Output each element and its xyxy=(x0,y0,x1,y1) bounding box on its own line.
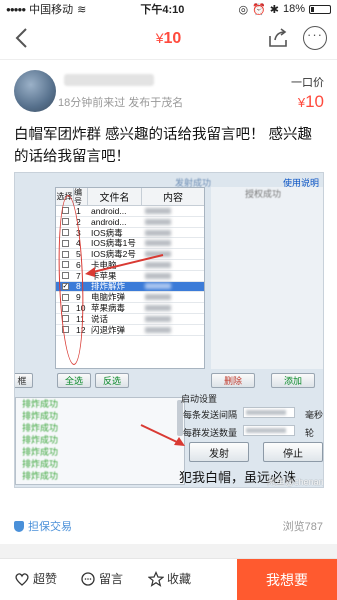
row-filename: android... xyxy=(91,216,127,227)
image-log-box: 排炸成功 排炸成功 排炸成功 排炸成功 排炸成功 排炸成功 排炸成功 xyxy=(15,397,185,485)
nav-price-symbol: ¥ xyxy=(155,29,164,46)
row-content-blurred xyxy=(142,260,204,270)
status-bar: ●●●●● 中国移动 ≋ 下午4:10 ◎ ⏰ ✱ 18% xyxy=(0,0,337,18)
interval-input xyxy=(243,407,295,418)
row-content-blurred xyxy=(142,303,204,313)
image-watermark: 闲鱼@chenan93 xyxy=(267,477,324,487)
row-content-blurred xyxy=(142,292,204,302)
nav-price-value: 10 xyxy=(163,29,182,47)
like-button[interactable]: 超赞 xyxy=(14,570,57,587)
battery-icon xyxy=(309,4,331,14)
comment-icon xyxy=(81,571,95,586)
log-line: 排炸成功 xyxy=(22,423,59,433)
right-panel-header: 授权成功 xyxy=(245,189,282,199)
stop-button-image: 停止 xyxy=(263,442,323,462)
interval-label: 每条发送间隔 xyxy=(183,410,238,420)
item-image[interactable]: 发射成功 使用说明 选择 编号 文件名 内容 1 android... 2 andro… xyxy=(14,172,324,488)
seller-name-blurred[interactable] xyxy=(64,74,154,86)
row-content-blurred xyxy=(142,238,204,248)
shield-icon xyxy=(14,520,24,532)
log-line: 排炸成功 xyxy=(22,411,59,421)
carrier-label: 中国移动 xyxy=(29,4,74,16)
like-label: 超赞 xyxy=(33,572,58,586)
log-line: 排炸成功 xyxy=(22,471,59,481)
heart-icon xyxy=(15,572,29,586)
row-content-blurred xyxy=(142,228,204,238)
count-unit: 轮 xyxy=(305,428,315,438)
image-btn-delete: 删除 xyxy=(211,373,255,388)
guarantee-trade[interactable]: 担保交易 xyxy=(14,518,72,534)
image-btn-select-all: 全选 xyxy=(57,373,91,388)
log-line: 排炸成功 xyxy=(22,435,59,445)
row-filename: android... xyxy=(91,205,127,216)
col-content: 内容 xyxy=(163,193,183,204)
row-content-blurred xyxy=(142,325,204,335)
bluetooth-icon: ✱ xyxy=(269,3,279,16)
section-divider xyxy=(0,544,337,558)
signal-icon: ●●●●● xyxy=(6,4,26,14)
count-input xyxy=(243,425,295,436)
fire-button-image: 发射 xyxy=(189,442,249,462)
log-line: 排炸成功 xyxy=(22,459,59,469)
lock-rotation-icon: ◎ xyxy=(238,3,249,16)
item-description: 白帽军团炸群 感兴趣的话给我留言吧！ 感兴趣的话给我留言吧！ xyxy=(14,127,313,165)
guarantee-label: 担保交易 xyxy=(28,521,72,533)
comment-button[interactable]: 留言 xyxy=(80,570,123,587)
avatar[interactable] xyxy=(14,70,56,112)
alarm-icon: ⏰ xyxy=(252,3,266,16)
col-number: 编号 xyxy=(74,188,88,206)
wifi-icon: ≋ xyxy=(77,3,87,16)
row-content-blurred xyxy=(142,217,204,227)
status-time: 下午4:10 xyxy=(140,4,185,16)
log-lines: 排炸成功 排炸成功 排炸成功 排炸成功 排炸成功 排炸成功 排炸成功 xyxy=(16,398,184,482)
battery-percent: 18% xyxy=(282,3,305,15)
more-options-icon[interactable]: ··· xyxy=(303,26,327,50)
price-amount: 10 xyxy=(305,92,324,111)
settings-title: 启动设置 xyxy=(181,394,218,404)
seller-info: 18分钟前来过 发布于茂名 一口价 ¥10 xyxy=(14,68,324,118)
favorite-button[interactable]: 收藏 xyxy=(148,570,191,587)
image-button-row: 框 全选 反选 删除 添加 xyxy=(15,373,323,389)
image-right-panel: 授权成功 xyxy=(211,187,323,369)
want-button[interactable]: 我想要 xyxy=(237,559,337,600)
price-symbol: ¥ xyxy=(297,95,306,110)
col-filename: 文件名 xyxy=(88,188,142,205)
price-label: 一口价 xyxy=(291,77,324,89)
star-icon xyxy=(148,570,164,587)
comment-label: 留言 xyxy=(99,572,124,586)
price-value: ¥10 xyxy=(298,92,324,112)
favorite-label: 收藏 xyxy=(167,572,192,586)
grid-row: 1 android... xyxy=(56,206,204,217)
bottom-action-bar: 超赞 留言 收藏 我想要 xyxy=(0,558,337,600)
log-line: 排炸成功 xyxy=(22,447,59,457)
status-left: ●●●●● 中国移动 ≋ xyxy=(6,1,86,17)
interval-unit: 毫秒 xyxy=(305,410,324,420)
row-filename: 闪退炸弹 xyxy=(91,324,126,335)
row-content-blurred xyxy=(142,206,204,216)
row-content-blurred xyxy=(142,249,204,259)
row-content-blurred xyxy=(142,314,204,324)
image-btn-add: 添加 xyxy=(271,373,315,388)
view-count: 浏览787 xyxy=(282,521,323,533)
seller-meta: 18分钟前来过 发布于茂名 xyxy=(58,97,184,109)
log-line: 排炸成功 xyxy=(22,399,59,409)
grid-header: 选择 编号 文件名 内容 xyxy=(56,188,204,206)
count-label: 每群发送数量 xyxy=(183,428,238,438)
row-content-blurred xyxy=(142,281,204,291)
image-btn-invert: 反选 xyxy=(95,373,129,388)
image-btn-partial: 框 xyxy=(15,373,33,388)
nav-bar: ¥10 ··· xyxy=(0,18,337,60)
status-right: ◎ ⏰ ✱ 18% xyxy=(238,3,331,16)
row-content-blurred xyxy=(142,271,204,281)
share-icon[interactable] xyxy=(267,28,289,48)
